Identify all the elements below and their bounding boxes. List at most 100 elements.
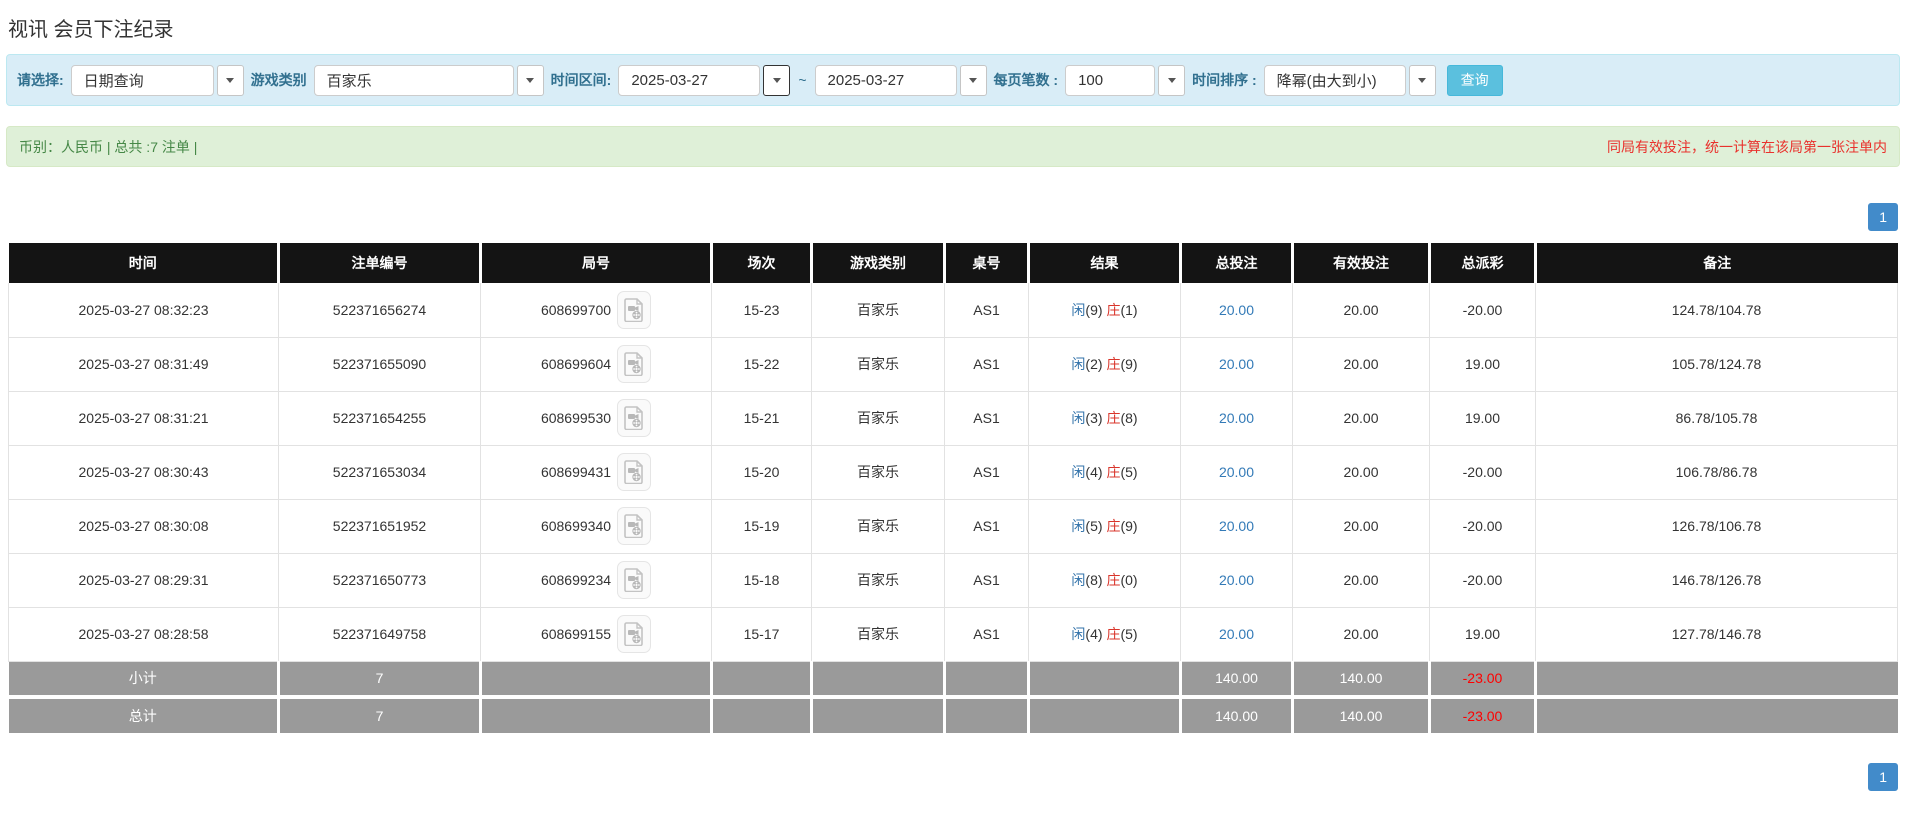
- payout-amount: -20.00: [1429, 499, 1536, 554]
- total-bet-link[interactable]: 20.00: [1180, 391, 1293, 446]
- bet-time: 2025-03-27 08:30:43: [8, 445, 279, 500]
- round-id: 608699700: [540, 301, 612, 318]
- page: 视讯 会员下注纪录 请选择: 日期查询 游戏类别 百家乐 时间区间: 2025-…: [0, 13, 1906, 793]
- player-result-label: 闲: [1071, 464, 1086, 480]
- bet-time: 2025-03-27 08:28:58: [8, 607, 279, 662]
- remark: 127.78/146.78: [1535, 607, 1898, 662]
- video-file-icon: [624, 622, 643, 646]
- round-id: 608699530: [540, 410, 612, 426]
- col-header-result: 结果: [1027, 243, 1181, 283]
- total-bet-link[interactable]: 20.00: [1180, 445, 1293, 500]
- round-id-cell: 608699340: [480, 499, 712, 554]
- subtotal-total-bet: 140.00: [1179, 661, 1293, 697]
- banker-result-label: 庄: [1106, 356, 1121, 372]
- banker-result-value: (1): [1120, 301, 1138, 318]
- col-header-game: 游戏类别: [810, 243, 945, 283]
- valid-bet-notice-text: 同局有效投注，统一计算在该局第一张注单内: [1607, 138, 1887, 155]
- video-file-icon: [624, 406, 643, 430]
- time-sort-value[interactable]: 降幂(由大到小): [1263, 64, 1406, 96]
- video-replay-button[interactable]: [617, 507, 652, 545]
- valid-bet: 20.00: [1292, 445, 1430, 500]
- query-type-value[interactable]: 日期查询: [70, 64, 214, 96]
- table-number: AS1: [944, 499, 1029, 554]
- game-category-value[interactable]: 百家乐: [313, 64, 514, 96]
- table-number: AS1: [944, 391, 1029, 446]
- game-category-dropdown-button[interactable]: [516, 64, 544, 96]
- total-bet-link[interactable]: 20.00: [1180, 607, 1293, 662]
- player-result-value: (4): [1085, 464, 1103, 480]
- round-id: 608699431: [540, 464, 612, 480]
- table-number: AS1: [944, 445, 1029, 500]
- video-replay-button[interactable]: [617, 453, 652, 491]
- game-type: 百家乐: [811, 607, 945, 662]
- result-cell: 闲(8) 庄(0): [1028, 553, 1181, 608]
- query-type-dropdown-button[interactable]: [216, 64, 244, 96]
- player-result-value: (9): [1085, 301, 1103, 318]
- game-category-select[interactable]: 百家乐: [313, 64, 544, 96]
- banker-result-value: (0): [1120, 572, 1138, 588]
- bet-id: 522371654255: [278, 391, 481, 446]
- session-number: 15-20: [711, 445, 812, 500]
- total-bet-link[interactable]: 20.00: [1180, 499, 1293, 554]
- date-to-value[interactable]: 2025-03-27: [814, 64, 957, 96]
- caret-down-icon: [1418, 77, 1427, 83]
- bet-time: 2025-03-27 08:31:21: [8, 391, 279, 446]
- col-header-session: 场次: [710, 243, 812, 283]
- player-result-label: 闲: [1071, 410, 1086, 426]
- date-from-select[interactable]: 2025-03-27: [618, 64, 791, 96]
- bet-time: 2025-03-27 08:31:49: [8, 337, 279, 392]
- video-replay-button[interactable]: [617, 615, 652, 653]
- total-bet-link[interactable]: 20.00: [1180, 553, 1293, 608]
- col-header-table-no: 桌号: [943, 243, 1029, 283]
- player-result-value: (4): [1085, 626, 1103, 642]
- search-button[interactable]: 查询: [1446, 64, 1503, 96]
- page-size-value[interactable]: 100: [1065, 64, 1156, 96]
- payout-amount: 19.00: [1429, 337, 1536, 392]
- page-1-button[interactable]: 1: [1868, 763, 1898, 791]
- total-bet-link[interactable]: 20.00: [1180, 283, 1293, 338]
- total-label: 总计: [8, 695, 279, 733]
- col-header-payout: 总派彩: [1428, 243, 1536, 283]
- player-result-label: 闲: [1071, 518, 1086, 534]
- subtotal-count: 7: [277, 661, 481, 697]
- banker-result-label: 庄: [1106, 301, 1121, 318]
- game-category-label: 游戏类别: [250, 72, 307, 88]
- game-type: 百家乐: [811, 499, 945, 554]
- video-replay-button[interactable]: [617, 399, 652, 437]
- page-title: 视讯 会员下注纪录: [8, 19, 174, 41]
- banker-result-value: (8): [1120, 410, 1138, 426]
- time-sort-dropdown-button[interactable]: [1408, 64, 1436, 96]
- video-replay-button[interactable]: [617, 561, 652, 599]
- remark: 126.78/106.78: [1535, 499, 1898, 554]
- round-id-cell: 608699700: [480, 283, 712, 338]
- date-from-value[interactable]: 2025-03-27: [618, 64, 761, 96]
- total-bet-link[interactable]: 20.00: [1180, 337, 1293, 392]
- result-cell: 闲(4) 庄(5): [1028, 445, 1181, 500]
- video-replay-button[interactable]: [617, 290, 652, 329]
- remark: 86.78/105.78: [1535, 391, 1898, 446]
- time-sort-select[interactable]: 降幂(由大到小): [1263, 64, 1436, 96]
- round-id: 608699234: [540, 572, 612, 588]
- game-type: 百家乐: [811, 391, 945, 446]
- date-from-dropdown-button[interactable]: [763, 64, 791, 96]
- summary-bar: 币别：人民币 | 总共 :7 注单 | 同局有效投注，统一计算在该局第一张注单内: [6, 126, 1900, 167]
- date-to-select[interactable]: 2025-03-27: [814, 64, 987, 96]
- page-size-select[interactable]: 100: [1065, 64, 1186, 96]
- game-type: 百家乐: [811, 553, 945, 608]
- video-replay-button[interactable]: [617, 345, 652, 383]
- banker-result-value: (5): [1120, 626, 1138, 642]
- payout-amount: -20.00: [1429, 283, 1536, 338]
- query-type-select[interactable]: 日期查询: [70, 64, 244, 96]
- remark: 106.78/86.78: [1535, 445, 1898, 500]
- subtotal-label: 小计: [8, 661, 279, 697]
- date-to-dropdown-button[interactable]: [959, 64, 987, 96]
- total-count: 7: [277, 695, 481, 733]
- col-header-round-id: 局号: [479, 243, 712, 283]
- round-id: 608699340: [540, 518, 612, 534]
- banker-result-label: 庄: [1106, 626, 1121, 642]
- page-size-dropdown-button[interactable]: [1158, 64, 1186, 96]
- page-1-button[interactable]: 1: [1868, 203, 1898, 231]
- session-number: 15-21: [711, 391, 812, 446]
- payout-amount: -20.00: [1429, 445, 1536, 500]
- result-cell: 闲(3) 庄(8): [1028, 391, 1181, 446]
